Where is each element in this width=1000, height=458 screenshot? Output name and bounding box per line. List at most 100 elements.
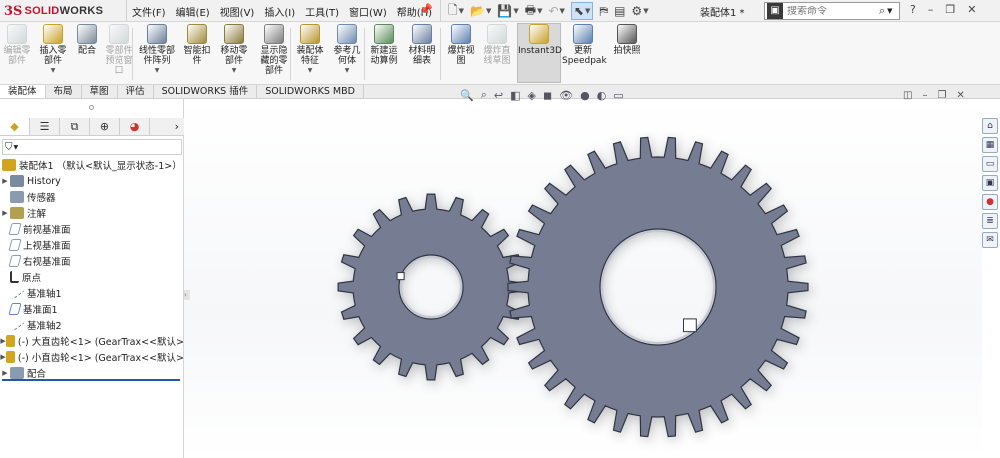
menu-item-0[interactable]: 文件(F) xyxy=(132,4,166,19)
command-tab-5[interactable]: SOLIDWORKS MBD xyxy=(257,85,364,98)
select-button[interactable]: ⬉ ▼ xyxy=(570,2,594,20)
view-settings-icon[interactable]: ▭ xyxy=(613,89,623,102)
tree-item[interactable]: 上视基准面 xyxy=(0,237,184,253)
rollback-bar[interactable] xyxy=(2,379,180,381)
tree-item[interactable]: 基准轴2 xyxy=(0,317,184,333)
chevron-down-icon[interactable]: ▼ xyxy=(330,67,364,74)
tree-item[interactable]: ▶ 注解 xyxy=(0,205,184,221)
viewport-minimize-icon[interactable]: – xyxy=(922,90,927,101)
ribbon-button-11[interactable]: 材料明 细表 xyxy=(404,24,440,66)
configuration-manager-tab-icon[interactable]: ⧉ xyxy=(60,118,90,135)
ribbon-button-0[interactable]: 编辑零 部件 xyxy=(2,24,32,66)
chevron-down-icon[interactable]: ▼ xyxy=(887,7,892,15)
viewport-close-icon[interactable]: ✕ xyxy=(956,90,964,101)
tree-root[interactable]: 装配体1 （默认<默认_显示状态-1>） xyxy=(0,157,184,173)
help-icon[interactable]: ? xyxy=(910,3,916,16)
large-gear[interactable] xyxy=(507,136,809,438)
ribbon-button-15[interactable]: 更新 Speedpak xyxy=(562,24,607,66)
tree-item[interactable]: 右视基准面 xyxy=(0,253,184,269)
display-manager-tab-icon[interactable]: ◕ xyxy=(120,118,150,135)
expand-arrow-icon[interactable]: ▶ xyxy=(0,369,10,377)
ribbon-button-6[interactable]: 移动零 部件 ▼ xyxy=(216,24,252,74)
ribbon-button-4[interactable]: 线性零部 件阵列 ▼ xyxy=(136,24,178,74)
section-view-icon[interactable]: ◧ xyxy=(510,89,520,102)
undo-button[interactable]: ↶ ▼ xyxy=(548,2,564,20)
ribbon-button-5[interactable]: 智能扣 件 xyxy=(182,24,212,66)
minimize-icon[interactable]: – xyxy=(928,3,934,16)
search-icon[interactable]: ⌕ xyxy=(879,4,885,18)
tree-item[interactable]: 基准面1 xyxy=(0,301,184,317)
viewport-options-icon[interactable]: ◫ xyxy=(903,90,912,101)
ribbon-button-8[interactable]: 装配体 特征 ▼ xyxy=(294,24,326,74)
chevron-down-icon[interactable]: ▼ xyxy=(216,67,252,74)
ribbon-button-2[interactable]: 配合 xyxy=(74,24,100,56)
ribbon-button-3[interactable]: 零部件 预览窗 口 xyxy=(104,24,134,76)
chevron-down-icon[interactable]: ▼ xyxy=(36,67,70,74)
rebuild-button[interactable]: ⛿ xyxy=(599,2,608,20)
options-button[interactable]: ⚙ ▼ xyxy=(631,2,648,20)
ribbon-button-16[interactable]: 拍快照 xyxy=(608,24,646,56)
design-library-icon[interactable]: ▦ xyxy=(982,137,998,153)
ribbon-button-9[interactable]: 参考几 何体 ▼ xyxy=(330,24,364,74)
close-icon[interactable]: ✕ xyxy=(967,3,976,16)
command-tab-3[interactable]: 评估 xyxy=(118,85,154,98)
property-manager-tab-icon[interactable]: ☰ xyxy=(30,118,60,135)
previous-view-icon[interactable]: ↩ xyxy=(494,89,503,102)
zoom-to-fit-icon[interactable]: 🔍 xyxy=(460,89,474,102)
panel-drag-handle[interactable] xyxy=(89,105,94,110)
expand-arrow-icon[interactable]: ▶ xyxy=(0,209,10,217)
menu-item-3[interactable]: 插入(I) xyxy=(264,4,295,19)
ribbon-button-10[interactable]: 新建运 动算例 xyxy=(368,24,400,66)
command-tab-1[interactable]: 布局 xyxy=(46,85,82,98)
menu-item-4[interactable]: 工具(T) xyxy=(305,4,339,19)
tree-item[interactable]: 原点 xyxy=(0,269,184,285)
pin-icon[interactable]: 📌 xyxy=(419,3,433,16)
menu-item-1[interactable]: 编辑(E) xyxy=(176,4,210,19)
tree-filter[interactable]: ⛉ ▼ xyxy=(2,139,182,155)
custom-properties-icon[interactable]: ≣ xyxy=(982,213,998,229)
expand-arrow-icon[interactable]: ▶ xyxy=(0,177,10,185)
menu-item-5[interactable]: 窗口(W) xyxy=(349,4,387,19)
chevron-right-icon[interactable]: › xyxy=(175,118,179,135)
home-icon[interactable]: ⌂ xyxy=(982,118,998,134)
print-button[interactable]: 🖶 ▼ xyxy=(525,2,543,20)
ribbon-button-14[interactable]: Instant3D xyxy=(517,23,562,83)
hide-show-items-icon[interactable]: 👁 xyxy=(559,89,573,102)
collapse-panel-icon[interactable]: › xyxy=(184,290,190,300)
tree-item[interactable]: 传感器 xyxy=(0,189,184,205)
view-orientation-icon[interactable]: ◈ xyxy=(528,89,536,102)
zoom-to-area-icon[interactable]: ⌕ xyxy=(481,88,487,102)
command-tab-0[interactable]: 装配体 xyxy=(0,85,46,98)
apply-scene-icon[interactable]: ◐ xyxy=(597,89,607,102)
tree-item[interactable]: ▶ History xyxy=(0,173,184,189)
chevron-down-icon[interactable]: ▼ xyxy=(294,67,326,74)
search-input[interactable] xyxy=(787,5,879,17)
viewport-restore-icon[interactable]: ❐ xyxy=(937,90,946,101)
ribbon-button-1[interactable]: 插入零 部件 ▼ xyxy=(36,24,70,74)
small-gear[interactable] xyxy=(337,193,525,381)
tree-item[interactable]: ▶ (-) 大直齿轮<1> (GearTrax<<默认> xyxy=(0,333,184,349)
tree-item[interactable]: ▶ (-) 小直齿轮<1> (GearTrax<<默认> xyxy=(0,349,184,365)
command-tab-2[interactable]: 草图 xyxy=(82,85,118,98)
menu-item-2[interactable]: 视图(V) xyxy=(220,4,255,19)
gear-assembly-view[interactable] xyxy=(184,99,982,458)
graphics-area[interactable] xyxy=(184,99,982,458)
restore-icon[interactable]: ❐ xyxy=(945,3,955,16)
view-palette-icon[interactable]: ▣ xyxy=(982,175,998,191)
ribbon-button-12[interactable]: 爆炸视 图 xyxy=(446,24,476,66)
tree-item[interactable]: 基准轴1 xyxy=(0,285,184,301)
command-tab-4[interactable]: SOLIDWORKS 插件 xyxy=(154,85,258,98)
file-explorer-icon[interactable]: ▭ xyxy=(982,156,998,172)
appearances-icon[interactable]: ● xyxy=(982,194,998,210)
solidworks-logo[interactable]: 3S SOLIDWORKS xyxy=(4,3,124,19)
file-properties-button[interactable]: ▤ xyxy=(614,2,625,20)
save-button[interactable]: 💾 ▼ xyxy=(497,2,518,20)
ribbon-button-13[interactable]: 爆炸直 线草图 xyxy=(480,24,514,66)
new-document-button[interactable]: 🗋 ▼ xyxy=(448,2,464,20)
ribbon-button-7[interactable]: 显示隐 藏的零 部件 xyxy=(256,24,292,76)
forum-icon[interactable]: ✉ xyxy=(982,232,998,248)
chevron-down-icon[interactable]: ▼ xyxy=(136,67,178,74)
display-style-icon[interactable]: ◼ xyxy=(543,89,552,102)
search-box[interactable]: ▣ ⌕ ▼ xyxy=(764,2,900,20)
dimxpert-manager-tab-icon[interactable]: ⊕ xyxy=(90,118,120,135)
